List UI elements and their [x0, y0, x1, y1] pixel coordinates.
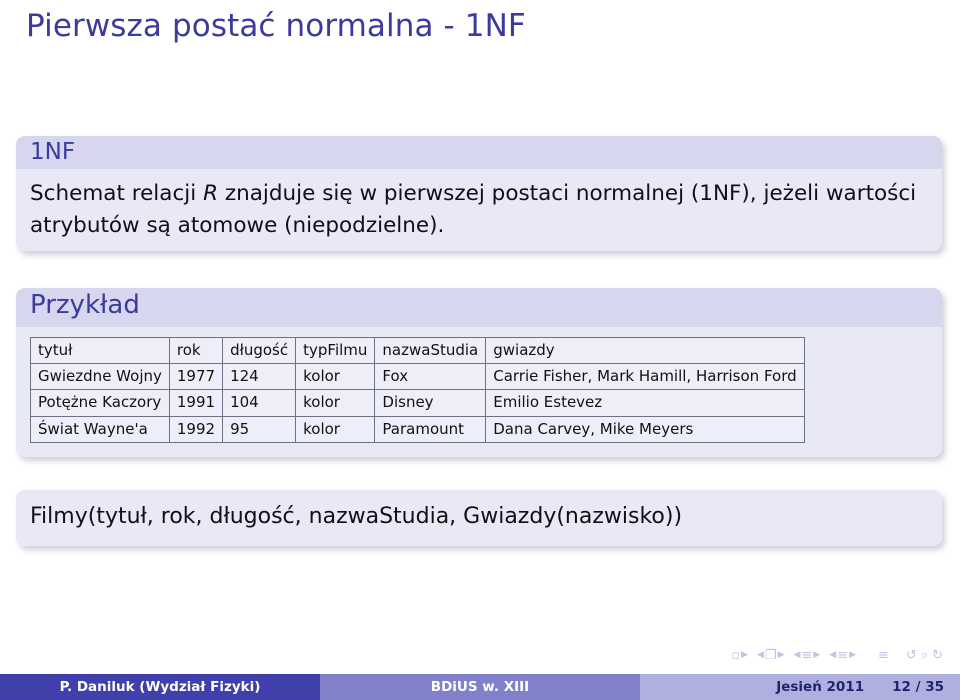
forward-icon[interactable]: ↻ [932, 649, 943, 662]
table-cell: kolor [295, 363, 376, 391]
back-icon[interactable]: ↺ [906, 649, 917, 662]
table-cell: 1992 [168, 415, 224, 443]
slide: Pierwsza postać normalna - 1NF 1NF Schem… [0, 0, 960, 700]
slide-next-icon[interactable]: ▶ [741, 651, 748, 660]
table-col-header: tytuł [30, 336, 170, 365]
frame-nav-group[interactable]: ◀ ❐ ▶ [757, 649, 785, 662]
example-block-body: tytuł rok długość typFilmu nazwaStudia gwiazd… [16, 326, 942, 457]
section-next-icon[interactable]: ▶ [849, 651, 856, 660]
slide-nav-group[interactable]: ◀ ▫ ▶ [723, 649, 748, 662]
table-body: Gwiezdne Wojny 1977 124 kolor Fox Carrie Fish… [30, 363, 805, 443]
search-icon[interactable]: ⌕ [921, 649, 928, 662]
table-header: tytuł rok długość typFilmu nazwaStudia gwiazd… [30, 336, 805, 365]
document-icon[interactable]: ≡ [878, 649, 889, 662]
page-title: Pierwsza postać normalna - 1NF [26, 8, 526, 44]
frame-prev-icon[interactable]: ◀ [757, 651, 764, 660]
footer-right: Jesień 2011 12 / 35 [640, 674, 960, 700]
subsection-prev-icon[interactable]: ◀ [794, 651, 801, 660]
subsection-icon[interactable]: ≡ [801, 649, 812, 662]
table-cell: kolor [295, 389, 376, 417]
table-cell: kolor [295, 415, 376, 443]
footer-bar: P. Daniluk (Wydział Fizyki) BDiUS w. XII… [0, 674, 960, 700]
section-icon[interactable]: ≡ [837, 649, 848, 662]
section-nav-group[interactable]: ◀ ≡ ▶ [829, 649, 856, 662]
table-col-header: długość [222, 336, 297, 365]
beamer-navigation-symbols: ◀ ▫ ▶ ◀ ❐ ▶ ◀ ≡ ▶ ◀ ≡ ▶ ≡ ↺ ⌕ ↻ [723, 649, 943, 662]
footer-course: BDiUS w. XIII [320, 674, 640, 700]
schema-block-body: Filmy(tytuł, rok, długość, nazwaStudia, … [16, 490, 942, 547]
table-cell: Dana Carvey, Mike Meyers [485, 415, 805, 443]
footer-page-number: 12 / 35 [892, 679, 944, 695]
table-cell: 1991 [168, 389, 224, 417]
table-cell: Disney [374, 389, 487, 417]
definition-block-title: 1NF [16, 136, 942, 170]
table-cell: Carrie Fisher, Mark Hamill, Harrison For… [485, 363, 805, 391]
table-row: Świat Wayne'a 1992 95 kolor Paramount Dana Ca… [30, 415, 805, 443]
relation-table: tytuł rok długość typFilmu nazwaStudia gwiazd… [30, 336, 805, 443]
example-block-title: Przykład [16, 288, 942, 327]
table-row: Gwiezdne Wojny 1977 124 kolor Fox Carrie Fish… [30, 363, 805, 391]
schema-block: Filmy(tytuł, rok, długość, nazwaStudia, … [16, 490, 942, 547]
subsection-next-icon[interactable]: ▶ [813, 651, 820, 660]
table-col-header: rok [168, 336, 224, 365]
slide-icon[interactable]: ▫ [731, 649, 740, 662]
example-block: Przykład tytuł rok długość typFilmu nazwaStu… [16, 288, 942, 457]
footer-author: P. Daniluk (Wydział Fizyki) [0, 674, 320, 700]
table-cell: Gwiezdne Wojny [30, 363, 170, 391]
frame-next-icon[interactable]: ▶ [778, 651, 785, 660]
table-cell: Emilio Estevez [485, 389, 805, 417]
table-cell: 104 [222, 389, 297, 417]
table-cell: 1977 [168, 363, 224, 391]
footer-date: Jesień 2011 [776, 679, 865, 695]
table-cell: 124 [222, 363, 297, 391]
table-cell: Fox [374, 363, 487, 391]
table-cell: Potężne Kaczory [30, 389, 170, 417]
table-col-header: nazwaStudia [374, 336, 487, 365]
table-header-row: tytuł rok długość typFilmu nazwaStudia gwiazd… [30, 336, 805, 365]
definition-block-body: Schemat relacji R znajduje się w pierwsz… [16, 169, 942, 251]
table-cell: Paramount [374, 415, 487, 443]
definition-text-part1: Schemat relacji [30, 181, 204, 207]
definition-italic-symbol: R [203, 181, 219, 207]
table-cell: 95 [222, 415, 297, 443]
section-prev-icon[interactable]: ◀ [829, 651, 836, 660]
subsection-nav-group[interactable]: ◀ ≡ ▶ [794, 649, 821, 662]
table-col-header: typFilmu [295, 336, 376, 365]
definition-block: 1NF Schemat relacji R znajduje się w pie… [16, 136, 942, 251]
frame-icon[interactable]: ❐ [765, 649, 777, 662]
table-cell: Świat Wayne'a [30, 415, 170, 443]
table-row: Potężne Kaczory 1991 104 kolor Disney Emilio … [30, 389, 805, 417]
table-col-header: gwiazdy [485, 336, 805, 365]
